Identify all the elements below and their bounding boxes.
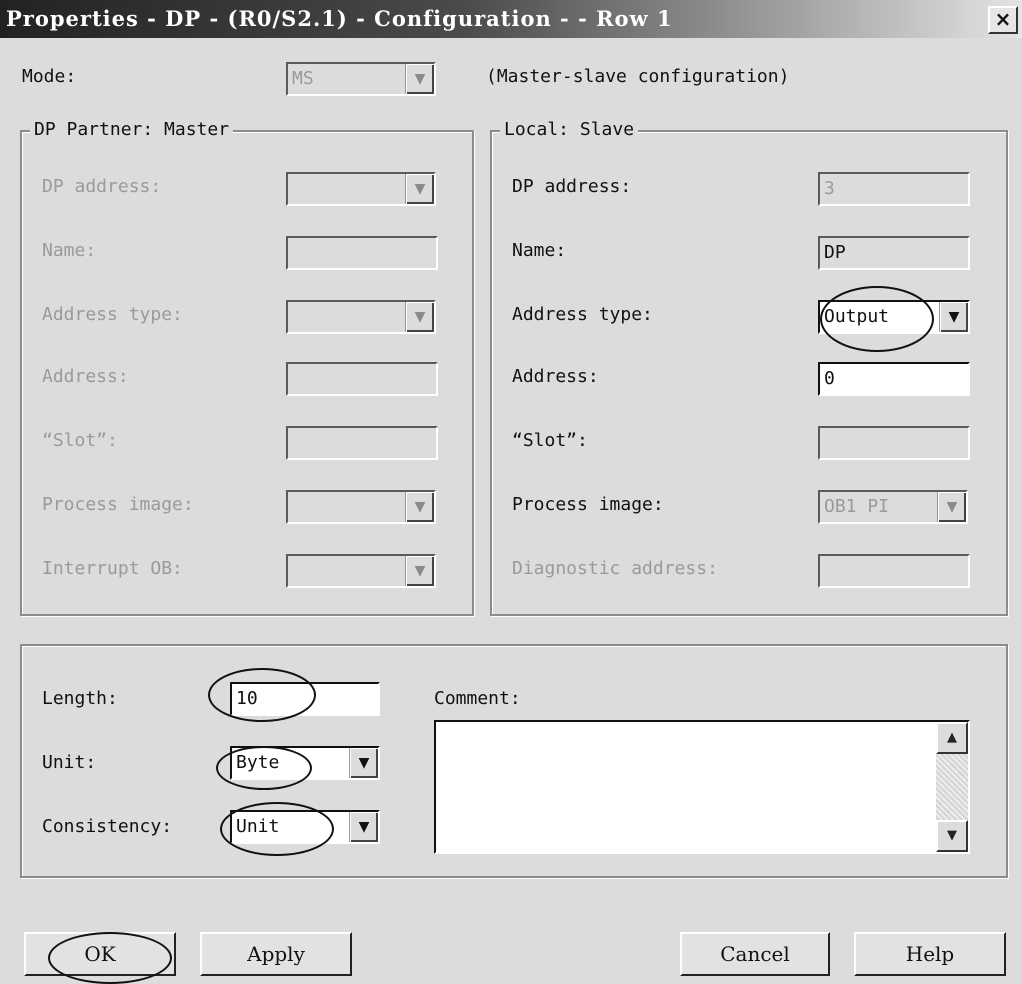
length-field[interactable]: 10 bbox=[230, 682, 380, 716]
partner-dp-address-label: DP address: bbox=[42, 176, 162, 197]
partner-name-field bbox=[286, 236, 438, 270]
local-dp-address-value: 3 bbox=[824, 178, 835, 199]
chevron-down-icon[interactable]: ▼ bbox=[349, 812, 378, 842]
apply-button-label: Apply bbox=[247, 942, 305, 966]
local-diagnostic-address-label: Diagnostic address: bbox=[512, 558, 718, 579]
local-address-label: Address: bbox=[512, 366, 599, 387]
partner-dp-address-select: ▼ bbox=[286, 172, 436, 206]
chevron-down-icon: ▼ bbox=[405, 492, 434, 522]
comment-textarea[interactable]: ▲ ▼ bbox=[434, 720, 970, 854]
partner-address-type-label: Address type: bbox=[42, 304, 183, 325]
local-dp-address-field: 3 bbox=[818, 172, 970, 206]
local-process-image-select: OB1 PI ▼ bbox=[818, 490, 968, 524]
local-slot-field bbox=[818, 426, 970, 460]
ok-button-label: OK bbox=[84, 942, 116, 966]
chevron-down-icon: ▼ bbox=[947, 828, 957, 843]
local-slave-legend: Local: Slave bbox=[500, 119, 639, 140]
close-button[interactable]: × bbox=[988, 6, 1018, 34]
partner-name-label: Name: bbox=[42, 240, 97, 261]
local-address-type-select[interactable]: Output ▼ bbox=[818, 300, 970, 334]
chevron-down-icon: ▼ bbox=[405, 556, 434, 586]
ok-button[interactable]: OK bbox=[24, 932, 176, 976]
mode-description: (Master-slave configuration) bbox=[486, 66, 790, 87]
help-button[interactable]: Help bbox=[854, 932, 1006, 976]
unit-label: Unit: bbox=[42, 752, 97, 773]
close-icon: × bbox=[994, 7, 1012, 31]
local-name-field[interactable]: DP bbox=[818, 236, 970, 270]
partner-slot-label: “Slot”: bbox=[42, 430, 118, 451]
partner-address-label: Address: bbox=[42, 366, 129, 387]
partner-address-type-select: ▼ bbox=[286, 300, 436, 334]
local-slot-label: “Slot”: bbox=[512, 430, 588, 451]
chevron-down-icon: ▼ bbox=[405, 174, 434, 204]
chevron-up-icon: ▲ bbox=[947, 730, 957, 745]
chevron-down-icon[interactable]: ▼ bbox=[349, 748, 378, 778]
mode-select: MS ▼ bbox=[286, 62, 436, 96]
partner-interrupt-ob-select: ▼ bbox=[286, 554, 436, 588]
local-process-image-label: Process image: bbox=[512, 494, 664, 515]
chevron-down-icon: ▼ bbox=[937, 492, 966, 522]
partner-interrupt-ob-label: Interrupt OB: bbox=[42, 558, 183, 579]
partner-process-image-label: Process image: bbox=[42, 494, 194, 515]
mode-label: Mode: bbox=[22, 66, 77, 87]
unit-select[interactable]: Byte ▼ bbox=[230, 746, 380, 780]
chevron-down-icon: ▼ bbox=[405, 302, 434, 332]
consistency-label: Consistency: bbox=[42, 816, 173, 837]
partner-slot-field bbox=[286, 426, 438, 460]
title-bar: Properties - DP - (R0/S2.1) - Configurat… bbox=[0, 0, 1022, 38]
local-name-value: DP bbox=[824, 242, 846, 263]
consistency-select[interactable]: Unit ▼ bbox=[230, 810, 380, 844]
local-diagnostic-address-field bbox=[818, 554, 970, 588]
comment-scrollbar[interactable]: ▲ ▼ bbox=[936, 722, 968, 852]
comment-label: Comment: bbox=[434, 688, 521, 709]
local-dp-address-label: DP address: bbox=[512, 176, 632, 197]
scroll-up-button[interactable]: ▲ bbox=[936, 722, 968, 754]
length-label: Length: bbox=[42, 688, 118, 709]
apply-button[interactable]: Apply bbox=[200, 932, 352, 976]
chevron-down-icon: ▼ bbox=[405, 64, 434, 94]
window-title: Properties - DP - (R0/S2.1) - Configurat… bbox=[6, 6, 673, 31]
cancel-button[interactable]: Cancel bbox=[680, 932, 830, 976]
local-address-type-label: Address type: bbox=[512, 304, 653, 325]
scroll-down-button[interactable]: ▼ bbox=[936, 820, 968, 852]
local-address-value: 0 bbox=[824, 368, 835, 389]
partner-process-image-select: ▼ bbox=[286, 490, 436, 524]
cancel-button-label: Cancel bbox=[720, 942, 790, 966]
comment-value bbox=[436, 722, 968, 730]
chevron-down-icon[interactable]: ▼ bbox=[939, 302, 968, 332]
help-button-label: Help bbox=[905, 942, 955, 966]
local-name-label: Name: bbox=[512, 240, 567, 261]
partner-address-field bbox=[286, 362, 438, 396]
dp-partner-legend: DP Partner: Master bbox=[30, 119, 234, 140]
length-value: 10 bbox=[236, 688, 258, 709]
local-address-field[interactable]: 0 bbox=[818, 362, 970, 396]
